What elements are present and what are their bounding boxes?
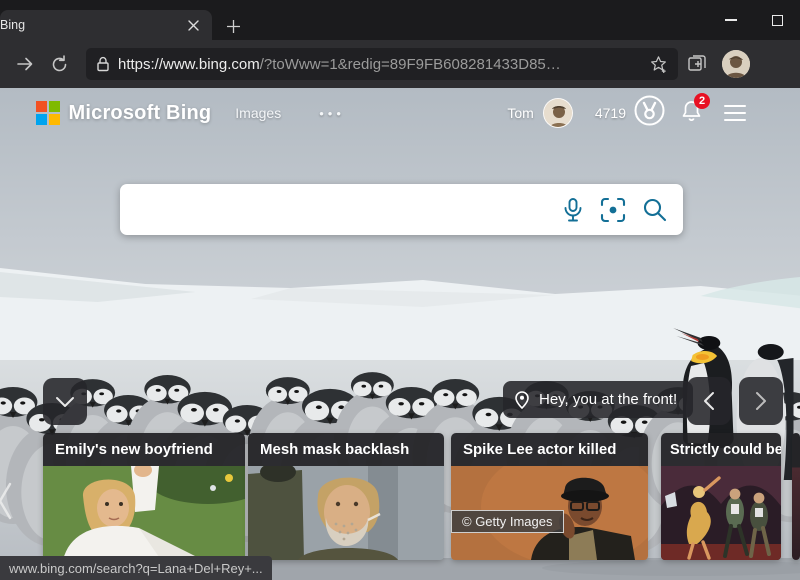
carousel-next-button[interactable] bbox=[739, 377, 783, 425]
minimize-icon bbox=[725, 19, 737, 21]
news-card-emily[interactable]: Emily's new boyfriend bbox=[43, 433, 245, 560]
chevron-right-icon bbox=[755, 391, 767, 411]
card-title-band: Emily's new boyfriend bbox=[43, 433, 245, 466]
minimize-button[interactable] bbox=[708, 0, 754, 40]
carousel-edge-left-arrow[interactable] bbox=[0, 480, 13, 522]
more-menu[interactable]: ••• bbox=[319, 106, 345, 121]
news-card-spike-lee[interactable]: Spike Lee actor killed © Getty Ima bbox=[451, 433, 648, 560]
lock-icon bbox=[96, 56, 110, 72]
forward-button[interactable] bbox=[8, 47, 42, 81]
browser-tab[interactable]: Bing bbox=[0, 10, 212, 40]
ms-logo-red bbox=[36, 101, 47, 112]
url-path-part: /?toWww=1&redig=89F9FB608281433D85… bbox=[260, 56, 561, 73]
profile-avatar[interactable] bbox=[722, 50, 750, 78]
brand-title[interactable]: Microsoft Bing bbox=[69, 102, 212, 125]
url-secure-part: https://www.bing.com bbox=[118, 56, 260, 73]
bing-homepage: Microsoft Bing Images ••• Tom 4719 2 bbox=[0, 88, 800, 580]
card-title-band: Strictly could be ax bbox=[661, 433, 781, 466]
user-avatar[interactable] bbox=[543, 98, 573, 128]
refresh-button[interactable] bbox=[42, 47, 76, 81]
card-title: Emily's new boyfriend bbox=[55, 441, 213, 458]
favorite-star-icon[interactable] bbox=[649, 55, 668, 74]
card-title-band: Mesh mask backlash bbox=[248, 433, 444, 466]
image-info-chevron-down-button[interactable] bbox=[43, 378, 87, 425]
header-user-area: Tom 4719 2 bbox=[507, 95, 746, 131]
visual-search-icon[interactable] bbox=[600, 197, 626, 223]
hamburger-menu-icon[interactable] bbox=[724, 105, 746, 121]
card-title-band: Spike Lee actor killed bbox=[451, 433, 648, 466]
bing-header: Microsoft Bing Images ••• Tom 4719 2 bbox=[0, 94, 800, 132]
chevron-down-icon bbox=[55, 396, 75, 408]
status-url: www.bing.com/search?q=Lana+Del+Rey+... bbox=[9, 561, 263, 576]
carousel-prev-button[interactable] bbox=[687, 377, 731, 425]
user-name[interactable]: Tom bbox=[507, 105, 533, 121]
news-card-mesh-mask[interactable]: Mesh mask backlash bbox=[248, 433, 444, 560]
rewards-medal-icon[interactable] bbox=[634, 95, 665, 131]
microphone-icon[interactable] bbox=[562, 197, 584, 223]
rewards-points[interactable]: 4719 bbox=[595, 105, 626, 121]
tab-title: Bing bbox=[0, 18, 182, 32]
image-credit-badge: © Getty Images bbox=[451, 510, 564, 533]
tab-bar: Bing bbox=[0, 0, 800, 40]
ms-logo-blue bbox=[36, 114, 47, 125]
ms-logo-yellow bbox=[49, 114, 60, 125]
news-card-strictly[interactable]: Strictly could be ax bbox=[661, 433, 781, 560]
tab-close-icon[interactable] bbox=[182, 14, 204, 36]
card-title: Strictly could be ax bbox=[670, 442, 781, 458]
nav-images-link[interactable]: Images bbox=[235, 105, 281, 121]
notification-badge: 2 bbox=[694, 93, 710, 109]
new-tab-button[interactable] bbox=[220, 14, 246, 38]
hero-caption-pill[interactable]: Hey, you at the front! bbox=[503, 381, 693, 418]
card-title: Mesh mask backlash bbox=[260, 441, 409, 458]
search-bar bbox=[120, 184, 683, 235]
map-pin-icon bbox=[515, 391, 529, 409]
card-title: Spike Lee actor killed bbox=[463, 441, 616, 458]
hero-caption-text: Hey, you at the front! bbox=[539, 391, 677, 408]
address-bar[interactable]: https://www.bing.com/?toWww=1&redig=89F9… bbox=[86, 48, 678, 80]
maximize-button[interactable] bbox=[754, 0, 800, 40]
search-icon[interactable] bbox=[642, 197, 667, 222]
browser-window: Bing https://www.bing.com/?toWww=1&redig… bbox=[0, 0, 800, 580]
chevron-left-icon bbox=[703, 391, 715, 411]
card-image-strictly bbox=[661, 466, 781, 560]
card-image-mesh-mask bbox=[248, 466, 444, 560]
ms-logo-green bbox=[49, 101, 60, 112]
toolbar-right bbox=[686, 50, 750, 78]
maximize-icon bbox=[772, 15, 783, 26]
browser-toolbar: https://www.bing.com/?toWww=1&redig=89F9… bbox=[0, 40, 800, 88]
window-controls bbox=[708, 0, 800, 40]
url-text: https://www.bing.com/?toWww=1&redig=89F9… bbox=[118, 56, 649, 73]
news-card-partial[interactable] bbox=[792, 433, 800, 560]
status-bar: www.bing.com/search?q=Lana+Del+Rey+... bbox=[0, 556, 272, 580]
microsoft-logo-icon[interactable] bbox=[36, 101, 60, 125]
search-input[interactable] bbox=[136, 184, 562, 235]
card-image-emily bbox=[43, 466, 245, 560]
collections-icon[interactable] bbox=[686, 53, 708, 75]
notifications-bell[interactable]: 2 bbox=[681, 100, 702, 127]
